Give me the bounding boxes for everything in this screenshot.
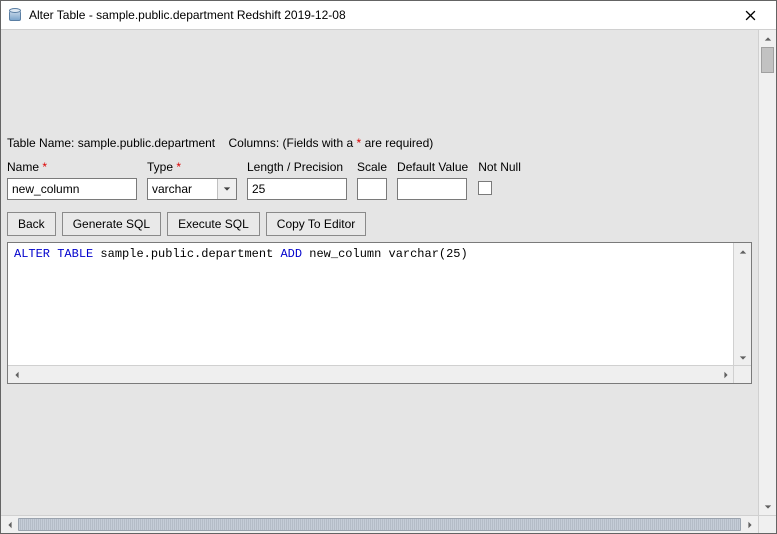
columns-label-post: are required) [365, 136, 434, 150]
form-header: Table Name: sample.public.department Col… [7, 136, 752, 150]
table-name-value: sample.public.department [78, 136, 215, 150]
default-field-group: Default Value [397, 160, 468, 200]
scroll-right-icon[interactable] [717, 366, 734, 383]
sql-text[interactable]: ALTER TABLE sample.public.department ADD… [8, 243, 734, 365]
scroll-thumb[interactable] [18, 518, 741, 531]
asterisk-icon: * [42, 160, 47, 174]
sql-keyword: ADD [280, 247, 302, 261]
execute-sql-button[interactable]: Execute SQL [167, 212, 260, 236]
buttons-row: Back Generate SQL Execute SQL Copy To Ed… [7, 212, 752, 236]
scale-input[interactable] [357, 178, 387, 200]
length-label: Length / Precision [247, 160, 347, 174]
scroll-right-icon[interactable] [741, 516, 758, 533]
sql-preview: ALTER TABLE sample.public.department ADD… [7, 242, 752, 384]
outer-horizontal-scrollbar[interactable] [1, 515, 776, 533]
scroll-down-icon[interactable] [734, 349, 751, 366]
notnull-field-group: Not Null [478, 160, 521, 195]
name-input[interactable] [7, 178, 137, 200]
name-label: Name * [7, 160, 137, 174]
type-label: Type * [147, 160, 237, 174]
columns-label-pre: Columns: (Fields with a [228, 136, 353, 150]
sql-keyword: TABLE [57, 247, 93, 261]
generate-sql-button[interactable]: Generate SQL [62, 212, 161, 236]
copy-to-editor-button[interactable]: Copy To Editor [266, 212, 367, 236]
name-field-group: Name * [7, 160, 137, 200]
type-field-group: Type * [147, 160, 237, 200]
type-select[interactable] [147, 178, 237, 200]
scroll-corner [733, 365, 751, 383]
default-input[interactable] [397, 178, 467, 200]
notnull-checkbox[interactable] [478, 181, 492, 195]
scroll-corner [758, 516, 776, 533]
scroll-left-icon[interactable] [8, 366, 25, 383]
scale-label: Scale [357, 160, 387, 174]
length-field-group: Length / Precision [247, 160, 347, 200]
window-body: Table Name: sample.public.department Col… [1, 30, 776, 533]
window-title: Alter Table - sample.public.department R… [29, 8, 730, 22]
sql-keyword: ALTER [14, 247, 50, 261]
sql-horizontal-scrollbar[interactable] [8, 365, 734, 383]
close-icon [745, 10, 756, 21]
scroll-left-icon[interactable] [1, 516, 18, 533]
close-button[interactable] [730, 1, 770, 29]
name-label-text: Name [7, 160, 39, 174]
scroll-down-icon[interactable] [759, 498, 776, 515]
outer-vertical-scrollbar[interactable] [758, 30, 776, 515]
back-button[interactable]: Back [7, 212, 56, 236]
sql-frag: new_column varchar(25) [302, 247, 468, 261]
asterisk-icon: * [357, 136, 365, 150]
length-input[interactable] [247, 178, 347, 200]
notnull-label: Not Null [478, 160, 521, 174]
asterisk-icon: * [176, 160, 181, 174]
default-label: Default Value [397, 160, 468, 174]
scroll-up-icon[interactable] [734, 243, 751, 260]
titlebar: Alter Table - sample.public.department R… [1, 1, 776, 30]
type-label-text: Type [147, 160, 173, 174]
content-area: Table Name: sample.public.department Col… [1, 30, 758, 515]
sql-frag: sample.public.department [93, 247, 280, 261]
table-name-label: Table Name: [7, 136, 74, 150]
scale-field-group: Scale [357, 160, 387, 200]
fields-row: Name * Type * [7, 160, 752, 200]
scroll-thumb[interactable] [761, 47, 774, 73]
database-icon [7, 7, 23, 23]
scroll-up-icon[interactable] [759, 30, 776, 47]
app-window: Alter Table - sample.public.department R… [0, 0, 777, 534]
sql-vertical-scrollbar[interactable] [733, 243, 751, 366]
